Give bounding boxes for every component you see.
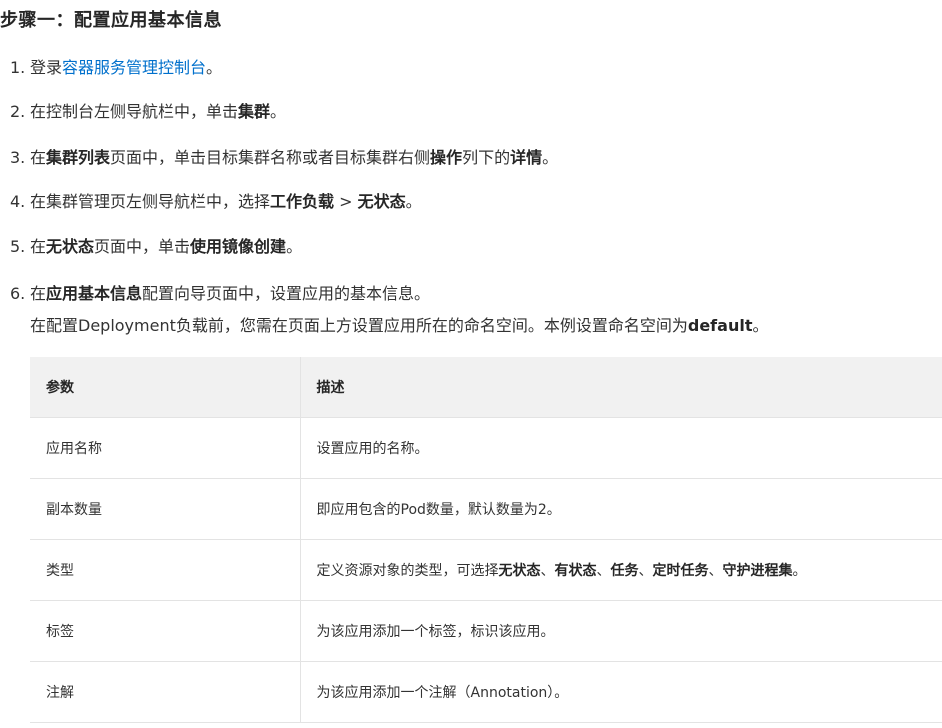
separator: 。 bbox=[792, 562, 807, 579]
console-link[interactable]: 容器服务管理控制台 bbox=[62, 58, 206, 77]
section-title: 步骤一：配置应用基本信息 bbox=[0, 10, 222, 31]
step-text: 。 bbox=[405, 192, 422, 211]
step-bold: 集群列表 bbox=[46, 148, 111, 167]
separator: 、 bbox=[638, 562, 653, 579]
desc-cell: 为该应用添加一个标签，标识该应用。 bbox=[300, 600, 942, 662]
step-bold: 操作 bbox=[430, 148, 463, 167]
step-number: 5. bbox=[10, 237, 26, 256]
params-table: 参数 描述 应用名称 设置应用的名称。 副本数量 即应用包含的Pod数量，默认数… bbox=[30, 357, 942, 723]
param-cell: 类型 bbox=[30, 539, 301, 601]
table-row: 注解 为该应用添加一个注解（Annotation）。 bbox=[30, 661, 942, 723]
step-1: 1. 登录容器服务管理控制台。 bbox=[10, 56, 222, 80]
param-cell: 标签 bbox=[30, 600, 301, 662]
step-number: 3. bbox=[10, 148, 26, 167]
separator: 、 bbox=[596, 562, 611, 579]
step-6: 6. 在应用基本信息配置向导页面中，设置应用的基本信息。 bbox=[10, 282, 430, 306]
separator: 、 bbox=[708, 562, 723, 579]
step-bold: 详情 bbox=[510, 148, 543, 167]
step-number: 6. bbox=[10, 284, 26, 303]
desc-cell: 即应用包含的Pod数量，默认数量为2。 bbox=[300, 478, 942, 540]
separator: 、 bbox=[540, 562, 555, 579]
type-option: 任务 bbox=[610, 562, 639, 579]
step-text: 。 bbox=[270, 102, 287, 121]
step-bold: 工作负载 bbox=[270, 192, 335, 211]
note-text: 。 bbox=[752, 316, 769, 335]
type-option: 守护进程集 bbox=[722, 562, 793, 579]
step-bold: 应用基本信息 bbox=[46, 284, 143, 303]
step-number: 4. bbox=[10, 192, 26, 211]
table-row: 标签 为该应用添加一个标签，标识该应用。 bbox=[30, 600, 942, 662]
step-bold: 使用镜像创建 bbox=[190, 237, 287, 256]
table-row: 副本数量 即应用包含的Pod数量，默认数量为2。 bbox=[30, 478, 942, 540]
table-row: 类型 定义资源对象的类型，可选择无状态、有状态、任务、定时任务、守护进程集。 bbox=[30, 539, 942, 601]
param-cell: 副本数量 bbox=[30, 478, 301, 540]
step-text: 列下的 bbox=[462, 148, 511, 167]
param-cell: 应用名称 bbox=[30, 417, 301, 479]
step-text: 页面中，单击 bbox=[94, 237, 191, 256]
table-header-row: 参数 描述 bbox=[30, 357, 942, 418]
step-2: 2. 在控制台左侧导航栏中，单击集群。 bbox=[10, 100, 286, 124]
header-desc: 描述 bbox=[300, 357, 942, 418]
step-bold: 集群 bbox=[238, 102, 271, 121]
step-3: 3. 在集群列表页面中，单击目标集群名称或者目标集群右侧操作列下的详情。 bbox=[10, 146, 558, 170]
step-text: 在 bbox=[30, 237, 47, 256]
header-param: 参数 bbox=[30, 357, 301, 418]
step-text: 登录 bbox=[30, 58, 63, 77]
step-text: 。 bbox=[286, 237, 303, 256]
step-text: 在集群管理页左侧导航栏中，选择 bbox=[30, 192, 271, 211]
namespace-note: 在配置Deployment负载前，您需在页面上方设置应用所在的命名空间。本例设置… bbox=[30, 314, 768, 338]
step-text: > bbox=[334, 192, 358, 211]
type-option: 无状态 bbox=[498, 562, 541, 579]
desc-cell: 定义资源对象的类型，可选择无状态、有状态、任务、定时任务、守护进程集。 bbox=[300, 539, 942, 601]
step-number: 1. bbox=[10, 58, 26, 77]
step-text: 。 bbox=[542, 148, 559, 167]
step-text: 在 bbox=[30, 284, 47, 303]
table-row: 应用名称 设置应用的名称。 bbox=[30, 417, 942, 479]
desc-cell: 为该应用添加一个注解（Annotation）。 bbox=[300, 661, 942, 723]
param-cell: 注解 bbox=[30, 661, 301, 723]
step-5: 5. 在无状态页面中，单击使用镜像创建。 bbox=[10, 235, 302, 259]
step-number: 2. bbox=[10, 102, 26, 121]
step-bold: 无状态 bbox=[357, 192, 406, 211]
note-bold: default bbox=[687, 316, 753, 335]
step-text: 页面中，单击目标集群名称或者目标集群右侧 bbox=[110, 148, 431, 167]
step-bold: 无状态 bbox=[46, 237, 95, 256]
step-text: 配置向导页面中，设置应用的基本信息。 bbox=[142, 284, 431, 303]
note-text: 在配置Deployment负载前，您需在页面上方设置应用所在的命名空间。本例设置… bbox=[30, 316, 688, 335]
desc-text: 定义资源对象的类型，可选择 bbox=[316, 562, 499, 579]
step-text: 。 bbox=[206, 58, 223, 77]
desc-cell: 设置应用的名称。 bbox=[300, 417, 942, 479]
type-option: 有状态 bbox=[554, 562, 597, 579]
type-option: 定时任务 bbox=[652, 562, 709, 579]
step-text: 在 bbox=[30, 148, 47, 167]
step-text: 在控制台左侧导航栏中，单击 bbox=[30, 102, 239, 121]
step-4: 4. 在集群管理页左侧导航栏中，选择工作负载 > 无状态。 bbox=[10, 190, 422, 214]
